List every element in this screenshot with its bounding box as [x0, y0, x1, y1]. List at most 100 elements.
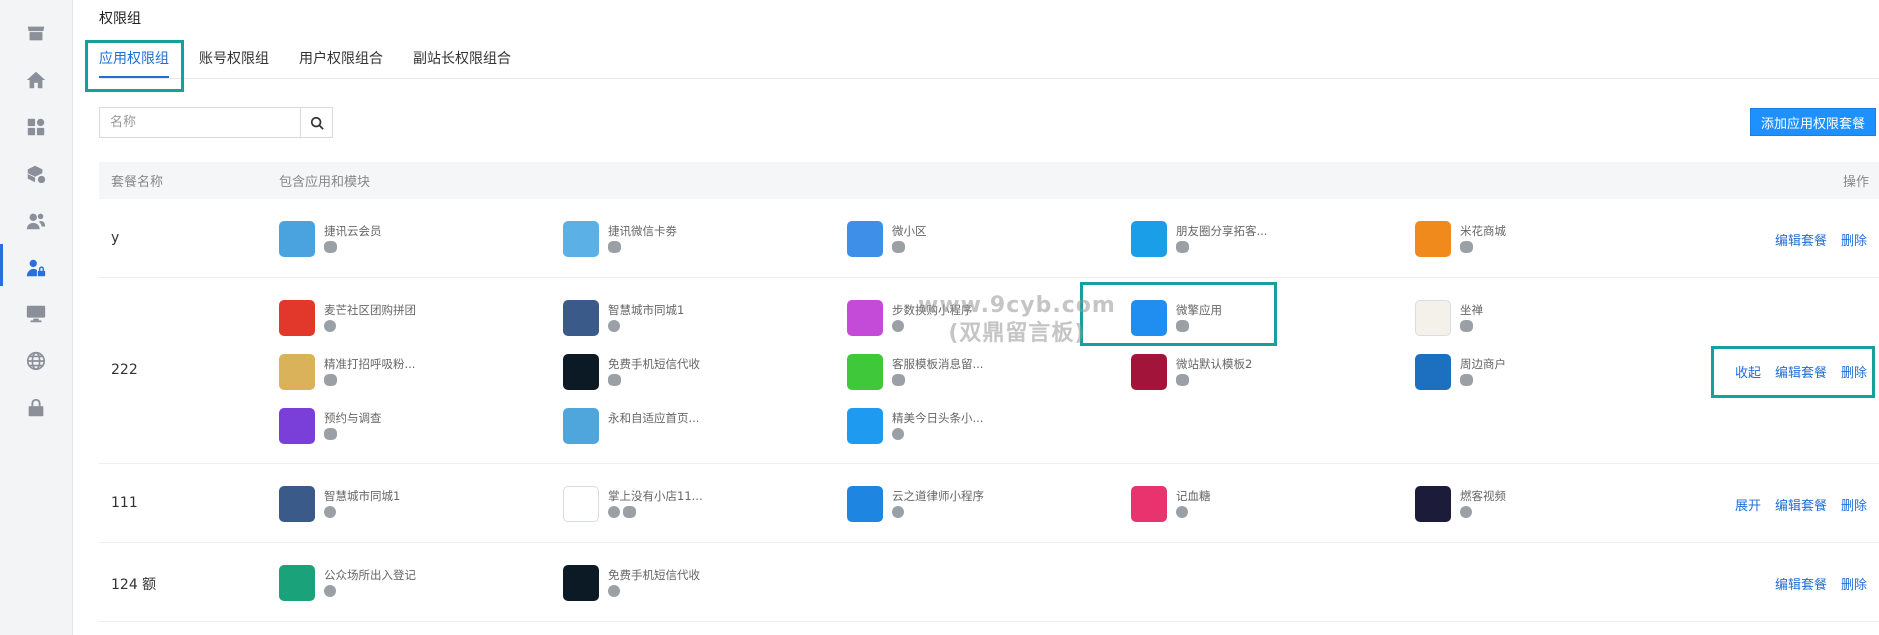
app-name: 精准打招呼吸粉...: [324, 357, 416, 371]
globe-icon[interactable]: [24, 349, 48, 373]
app-icon: [279, 408, 315, 444]
app-item: 米花商城: [1415, 221, 1695, 261]
app-platform-tags: [324, 241, 337, 253]
app-platform-tags: [324, 320, 336, 332]
app-item: 智慧城市同城1: [279, 486, 559, 526]
app-platform-tags: [324, 374, 337, 386]
delete-link[interactable]: 删除: [1841, 574, 1867, 593]
add-app-permission-package-button[interactable]: 添加应用权限套餐: [1750, 108, 1876, 136]
edit-package-link[interactable]: 编辑套餐: [1775, 230, 1827, 249]
table-header: 套餐名称 包含应用和模块 操作: [99, 162, 1879, 199]
app-platform-tags: [608, 374, 621, 386]
mini-program-icon: [608, 320, 620, 332]
tab-divider: [99, 78, 1879, 79]
app-name: 捷讯微信卡劵: [608, 224, 677, 238]
app-platform-tags: [1460, 506, 1472, 518]
app-platform-tags: [608, 320, 620, 332]
app-platform-tags: [1176, 374, 1189, 386]
app-name: 客服模板消息留...: [892, 357, 984, 371]
mini-program-icon: [892, 428, 904, 440]
wechat-icon: [892, 374, 905, 386]
app-name: 朋友圈分享拓客...: [1176, 224, 1268, 238]
app-icon: [847, 221, 883, 257]
main-content: 权限组 应用权限组 账号权限组 用户权限组合 副站长权限组合 添加应用权限套餐 …: [73, 0, 1879, 635]
app-name: 免费手机短信代收: [608, 568, 700, 582]
edit-package-link[interactable]: 编辑套餐: [1775, 574, 1827, 593]
highlight-box-ops: [1711, 346, 1875, 398]
app-icon: [279, 221, 315, 257]
delete-link[interactable]: 删除: [1841, 495, 1867, 514]
app-name: 智慧城市同城1: [324, 489, 401, 503]
app-name: 精美今日头条小...: [892, 411, 984, 425]
monitor-icon[interactable]: [24, 302, 48, 326]
app-icon: [563, 408, 599, 444]
app-item: 掌上没有小店11...: [563, 486, 843, 526]
package-name: 222: [111, 362, 138, 378]
app-name: 燃客视频: [1460, 489, 1506, 503]
app-item: 麦芒社区团购拼团: [279, 300, 559, 340]
tab-user-permission-combo[interactable]: 用户权限组合: [299, 42, 383, 78]
table-row: 111 智慧城市同城1 掌上没有小店11... 云之道律师小程序 记血糖 燃客视频 展开 编辑…: [99, 464, 1879, 543]
app-item: 朋友圈分享拓客...: [1131, 221, 1411, 261]
app-icon: [563, 354, 599, 390]
user-lock-icon[interactable]: [24, 256, 48, 280]
app-platform-tags: [892, 320, 904, 332]
app-item: 精美今日头条小...: [847, 408, 1127, 448]
row-operations: 展开 编辑套餐 删除: [1735, 495, 1867, 514]
mini-program-icon: [892, 506, 904, 518]
mini-program-icon: [324, 320, 336, 332]
package-name: 124 额: [111, 576, 157, 593]
search-input[interactable]: [100, 108, 300, 137]
app-item: 客服模板消息留...: [847, 354, 1127, 394]
app-platform-tags: [892, 506, 904, 518]
page-title: 权限组: [99, 11, 141, 27]
mini-program-icon: [324, 506, 336, 518]
permission-table: 套餐名称 包含应用和模块 操作 y 捷讯云会员 捷讯微信卡劵 微小区 朋友圈分享拓客..…: [99, 162, 1879, 622]
sidebar-active-indicator: [0, 244, 3, 286]
delete-link[interactable]: 删除: [1841, 230, 1867, 249]
app-icon: [563, 300, 599, 336]
wechat-icon: [324, 241, 337, 253]
search-button[interactable]: [300, 108, 332, 137]
search-icon: [310, 116, 324, 130]
app-icon: [847, 486, 883, 522]
app-platform-tags: [892, 428, 904, 440]
app-item: 微站默认模板2: [1131, 354, 1411, 394]
highlight-box-tab: [85, 40, 184, 92]
app-name: 步数换购小程序: [892, 303, 973, 317]
mini-program-icon: [608, 506, 620, 518]
app-item: 永和自适应首页...: [563, 408, 843, 448]
wechat-icon: [892, 241, 905, 253]
lock-icon[interactable]: [24, 396, 48, 420]
mini-program-icon: [1176, 506, 1188, 518]
tab-account-permission-group[interactable]: 账号权限组: [199, 42, 269, 78]
users-icon[interactable]: [24, 209, 48, 233]
row-operations: 编辑套餐 删除: [1775, 574, 1867, 593]
app-platform-tags: [1176, 241, 1189, 253]
app-name: 微小区: [892, 224, 927, 238]
app-item: 云之道律师小程序: [847, 486, 1127, 526]
app-platform-tags: [892, 374, 905, 386]
highlight-box-app: [1080, 282, 1277, 346]
edit-package-link[interactable]: 编辑套餐: [1775, 495, 1827, 514]
apps-grid-icon[interactable]: [24, 115, 48, 139]
package-settings-icon[interactable]: [24, 162, 48, 186]
app-platform-tags: [1460, 374, 1473, 386]
app-icon: [279, 565, 315, 601]
app-icon: [847, 354, 883, 390]
app-name: 智慧城市同城1: [608, 303, 685, 317]
app-icon: [1415, 221, 1451, 257]
expand-link[interactable]: 展开: [1735, 495, 1761, 514]
app-name: 预约与调查: [324, 411, 382, 425]
app-item: 精准打招呼吸粉...: [279, 354, 559, 394]
mini-program-icon: [892, 320, 904, 332]
home-icon[interactable]: [24, 68, 48, 92]
app-item: 记血糖: [1131, 486, 1411, 526]
tab-sub-admin-permission-combo[interactable]: 副站长权限组合: [413, 42, 511, 78]
store-icon[interactable]: [24, 21, 48, 45]
table-row: y 捷讯云会员 捷讯微信卡劵 微小区 朋友圈分享拓客... 米花商城 编辑套餐 删除: [99, 199, 1879, 278]
app-platform-tags: [1460, 320, 1473, 332]
wechat-icon: [1176, 374, 1189, 386]
wechat-icon: [324, 374, 337, 386]
app-item: 智慧城市同城1: [563, 300, 843, 340]
